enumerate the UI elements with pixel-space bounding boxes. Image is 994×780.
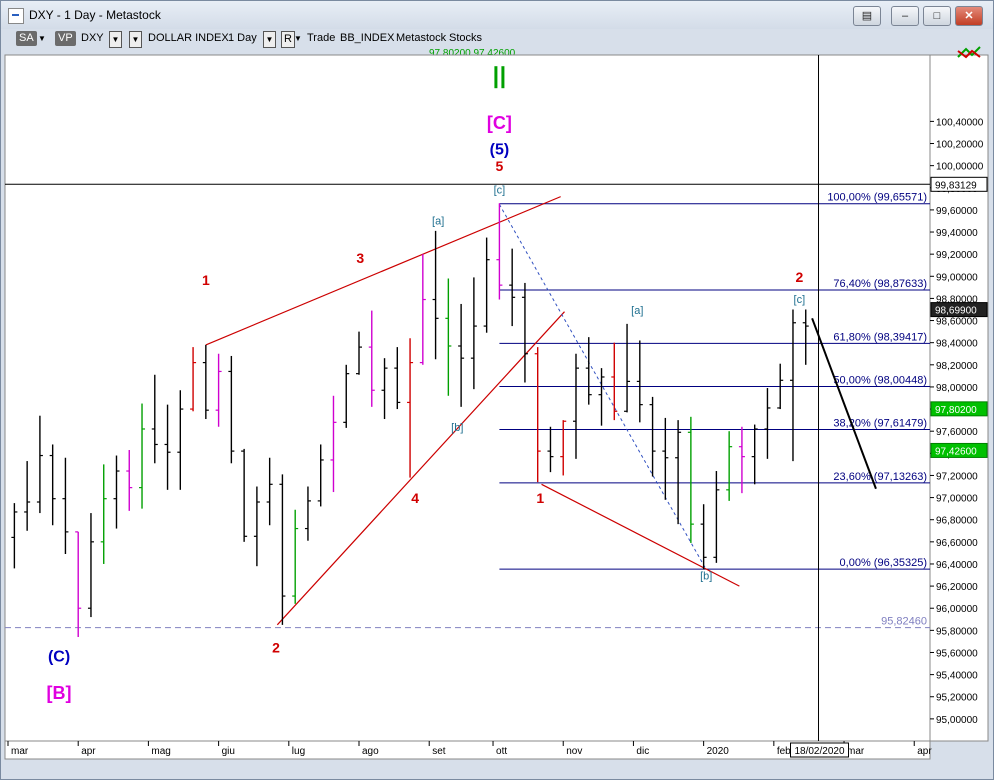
wave-label: 3 (356, 250, 364, 266)
wave-label: (C) (48, 648, 70, 665)
date-tick-label: apr (917, 746, 932, 757)
wave-label: [b] (700, 570, 712, 582)
price-tick-label: 95,60000 (936, 648, 978, 659)
wave-label: [a] (631, 305, 643, 317)
wave-label: 1 (202, 272, 210, 288)
price-tick-label: 100,20000 (936, 140, 984, 151)
price-tick-label: 95,40000 (936, 671, 978, 682)
price-badge: 98,69900 (930, 302, 988, 318)
wave-label: [C] (487, 113, 512, 133)
metastock-window: DXY - 1 Day - Metastock ▤ – □ ✕ SA ▼ VP … (0, 0, 994, 780)
price-tick-label: 95,00000 (936, 715, 978, 726)
date-tick-label: mar (847, 746, 865, 757)
price-badge-text: 97,42600 (935, 446, 977, 457)
date-tick-label: nov (566, 746, 582, 757)
price-badge: 97,42600 (930, 442, 988, 458)
wave-label: [B] (47, 683, 72, 703)
wave-label: 4 (411, 490, 419, 506)
cursor-date-badge: 18/02/2020 (790, 742, 850, 758)
price-badge-text: 97,80200 (935, 405, 977, 416)
wave-label: 2 (795, 269, 803, 285)
date-tick-label: mar (11, 746, 29, 757)
price-badge: 97,80200 (930, 401, 988, 417)
wave-label: [c] (794, 294, 806, 306)
price-tick-label: 96,60000 (936, 538, 978, 549)
price-tick-label: 95,80000 (936, 626, 978, 637)
fib-level-label: 0,00% (96,35325) (840, 557, 927, 569)
price-badge-text: 99,83129 (935, 180, 977, 191)
marker-bar-left (494, 66, 498, 89)
date-tick-label: ott (496, 746, 507, 757)
wave-label: [c] (494, 184, 506, 196)
price-tick-label: 100,40000 (936, 117, 984, 128)
price-badge-text: 98,69900 (935, 306, 977, 317)
wave-label: [b] (451, 422, 463, 434)
date-tick-label: giu (222, 746, 235, 757)
price-tick-label: 98,40000 (936, 339, 978, 350)
date-tick-label: 2020 (707, 746, 730, 757)
reference-line-label: 95,82460 (881, 616, 927, 628)
wave-label: 2 (272, 639, 280, 655)
wave-label: 1 (536, 490, 544, 506)
price-tick-label: 99,60000 (936, 206, 978, 217)
date-tick-label: lug (292, 746, 305, 757)
fib-level-label: 100,00% (99,65571) (827, 192, 927, 204)
price-tick-label: 97,20000 (936, 471, 978, 482)
wave-label: 5 (496, 158, 504, 174)
price-tick-label: 97,00000 (936, 494, 978, 505)
price-tick-label: 96,00000 (936, 604, 978, 615)
price-tick-label: 96,80000 (936, 516, 978, 527)
price-tick-label: 99,40000 (936, 228, 978, 239)
fib-level-label: 23,60% (97,13263) (833, 471, 927, 483)
fib-level-label: 76,40% (98,87633) (833, 278, 927, 290)
fib-level-label: 61,80% (98,39417) (833, 331, 927, 343)
wave-label: [a] (432, 215, 444, 227)
price-tick-label: 98,60000 (936, 317, 978, 328)
price-tick-label: 98,20000 (936, 361, 978, 372)
marker-bar-right (501, 66, 505, 89)
price-badge: 99,83129 (930, 176, 988, 192)
price-tick-label: 98,00000 (936, 383, 978, 394)
plot-area (4, 54, 931, 742)
price-tick-label: 99,00000 (936, 272, 978, 283)
price-tick-label: 100,00000 (936, 162, 984, 173)
date-tick-label: feb (777, 746, 791, 757)
price-axis (929, 54, 989, 742)
fib-level-label: 50,00% (98,00448) (833, 374, 927, 386)
date-tick-label: apr (81, 746, 96, 757)
date-tick-label: ago (362, 746, 379, 757)
price-tick-label: 99,20000 (936, 250, 978, 261)
fib-level-label: 38,20% (97,61479) (833, 418, 927, 430)
date-tick-label: dic (636, 746, 649, 757)
price-chart[interactable]: 95,82460 100,00% (99,65571) 76,40% (98,87… (1, 1, 993, 779)
wave-label: (5) (490, 142, 510, 159)
price-tick-label: 95,20000 (936, 693, 978, 704)
price-tick-label: 97,60000 (936, 427, 978, 438)
price-tick-label: 96,20000 (936, 582, 978, 593)
price-tick-label: 96,40000 (936, 560, 978, 571)
date-tick-label: mag (151, 746, 170, 757)
cursor-date-text: 18/02/2020 (794, 746, 844, 757)
date-tick-label: set (432, 746, 446, 757)
